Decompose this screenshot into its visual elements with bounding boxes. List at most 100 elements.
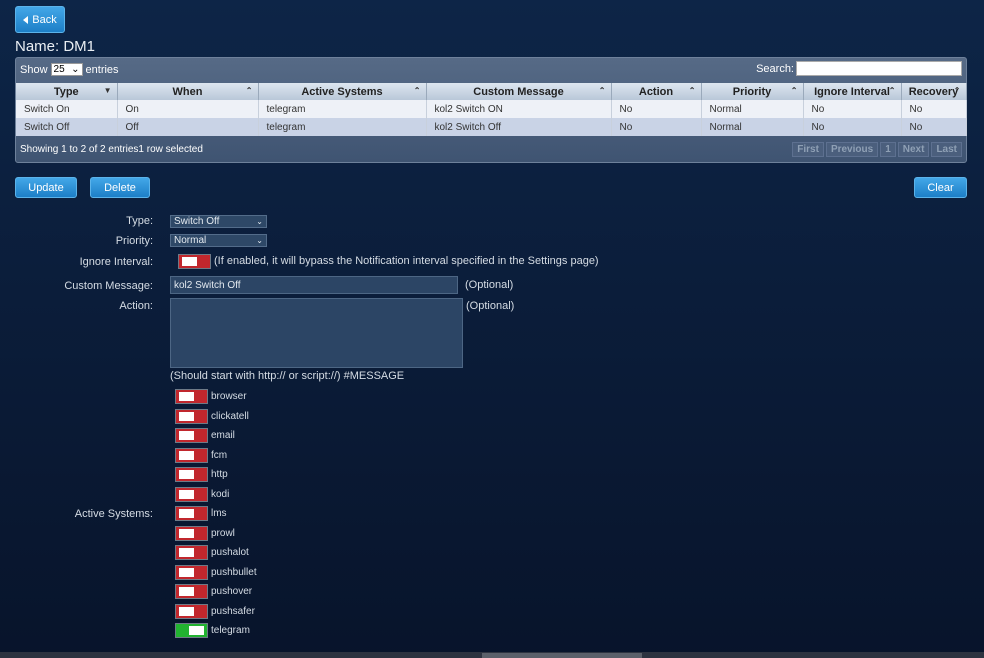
pager-first[interactable]: First: [792, 142, 824, 157]
search-input[interactable]: [796, 61, 962, 76]
sort-desc-icon: ▼: [103, 86, 112, 95]
search-wrap: Search:: [756, 61, 962, 76]
system-label-pushbullet: pushbullet: [211, 567, 257, 578]
action-textarea[interactable]: [170, 298, 463, 368]
pager-page-1[interactable]: 1: [880, 142, 896, 157]
table-info: Showing 1 to 2 of 2 entries1 row selecte…: [20, 144, 203, 155]
pagination: First Previous 1 Next Last: [792, 142, 962, 157]
system-label-telegram: telegram: [211, 625, 250, 636]
system-toggle-kodi[interactable]: [175, 487, 208, 502]
notifications-table: Type ▼ When ⌃ Active Systems ⌃ Custom Messa…: [16, 83, 967, 136]
bottom-strip: [0, 652, 984, 658]
column-header-priority[interactable]: Priority ⌃: [701, 83, 804, 100]
cell-active-systems: telegram: [258, 100, 427, 118]
system-toggle-clickatell[interactable]: [175, 409, 208, 424]
system-toggle-pushbullet[interactable]: [175, 565, 208, 580]
entries-select[interactable]: 25 ⌄: [50, 63, 83, 76]
system-label-http: http: [211, 469, 228, 480]
system-label-fcm: fcm: [211, 450, 228, 461]
table-row[interactable]: Switch On On telegram kol2 Switch ON No …: [16, 100, 967, 118]
pager-last[interactable]: Last: [931, 142, 962, 157]
back-button[interactable]: Back: [15, 6, 65, 33]
active-systems-label: Active Systems:: [74, 508, 153, 520]
system-toggle-prowl[interactable]: [175, 526, 208, 541]
sort-icon: ⌃: [888, 86, 896, 95]
system-label-prowl: prowl: [211, 528, 235, 539]
table-header: Type ▼ When ⌃ Active Systems ⌃ Custom Messa…: [16, 83, 967, 100]
update-button[interactable]: Update: [15, 177, 77, 198]
column-header-custom-message[interactable]: Custom Message ⌃: [426, 83, 612, 100]
cell-type: Switch Off: [16, 118, 118, 136]
sort-icon: ⌃: [598, 86, 606, 95]
custom-message-input[interactable]: kol2 Switch Off: [170, 276, 458, 294]
pager-previous[interactable]: Previous: [825, 142, 879, 157]
system-label-kodi: kodi: [211, 489, 230, 500]
sort-icon: ⌃: [413, 86, 421, 95]
cell-priority: Normal: [701, 118, 804, 136]
system-label-pushsafer: pushsafer: [211, 606, 255, 617]
priority-select[interactable]: Normal ⌄: [170, 234, 267, 247]
type-select[interactable]: Switch Off ⌄: [170, 215, 267, 228]
column-header-action[interactable]: Action ⌃: [611, 83, 702, 100]
sort-icon: ⌃: [790, 86, 798, 95]
clear-button[interactable]: Clear: [914, 177, 967, 198]
custom-message-note: (Optional): [465, 279, 514, 291]
cell-when: Off: [117, 118, 259, 136]
column-header-when[interactable]: When ⌃: [117, 83, 259, 100]
action-label: Action:: [119, 300, 153, 312]
system-toggle-browser[interactable]: [175, 389, 208, 404]
system-label-lms: lms: [211, 508, 227, 519]
chevron-down-icon: ⌄: [256, 217, 263, 226]
custom-message-label: Custom Message:: [64, 280, 153, 292]
system-label-browser: browser: [211, 391, 247, 402]
sort-icon: ⌃: [688, 86, 696, 95]
system-toggle-email[interactable]: [175, 428, 208, 443]
action-note: (Optional): [466, 300, 515, 312]
action-hint: (Should start with http:// or script://)…: [170, 370, 405, 382]
cell-ignore-interval: No: [803, 100, 902, 118]
notifications-table-panel: Show 25 ⌄ entries Search: Type ▼ When ⌃ Act…: [15, 57, 967, 163]
system-toggle-pushalot[interactable]: [175, 545, 208, 560]
system-toggle-fcm[interactable]: [175, 448, 208, 463]
system-label-pushalot: pushalot: [211, 547, 249, 558]
cell-active-systems: telegram: [258, 118, 427, 136]
chevron-down-icon: ⌄: [256, 236, 263, 245]
delete-button[interactable]: Delete: [90, 177, 150, 198]
cell-custom-message: kol2 Switch ON: [426, 100, 612, 118]
cell-priority: Normal: [701, 100, 804, 118]
ignore-interval-note: (If enabled, it will bypass the Notifica…: [214, 255, 599, 267]
back-arrow-icon: [23, 15, 29, 24]
column-header-type[interactable]: Type ▼: [16, 83, 118, 100]
cell-action: No: [611, 100, 702, 118]
ignore-interval-label: Ignore Interval:: [79, 256, 153, 268]
priority-label: Priority:: [115, 235, 153, 247]
cell-recovery: No: [901, 100, 967, 118]
system-toggle-pushover[interactable]: [175, 584, 208, 599]
ignore-interval-toggle[interactable]: [178, 254, 211, 269]
cell-recovery: No: [901, 118, 967, 136]
type-label: Type:: [126, 215, 153, 227]
show-label: Show: [20, 63, 48, 76]
pager-next[interactable]: Next: [897, 142, 930, 157]
system-label-email: email: [211, 430, 235, 441]
cell-when: On: [117, 100, 259, 118]
system-label-pushover: pushover: [211, 586, 253, 597]
column-header-recovery[interactable]: Recovery ⌃: [901, 83, 967, 100]
page-title: Name: DM1: [15, 38, 96, 55]
entries-length: Show 25 ⌄ entries: [20, 63, 119, 76]
system-toggle-telegram[interactable]: [175, 623, 208, 638]
column-header-ignore-interval[interactable]: Ignore Interval ⌃: [803, 83, 902, 100]
scrollbar[interactable]: [482, 653, 642, 658]
column-header-active-systems[interactable]: Active Systems ⌃: [258, 83, 427, 100]
cell-action: No: [611, 118, 702, 136]
system-label-clickatell: clickatell: [211, 411, 249, 422]
chevron-down-icon: ⌄: [71, 64, 80, 75]
sort-icon: ⌃: [953, 86, 961, 95]
table-row-selected[interactable]: Switch Off Off telegram kol2 Switch Off …: [16, 118, 967, 136]
cell-type: Switch On: [16, 100, 118, 118]
system-toggle-http[interactable]: [175, 467, 208, 482]
system-toggle-pushsafer[interactable]: [175, 604, 208, 619]
cell-custom-message: kol2 Switch Off: [426, 118, 612, 136]
system-toggle-lms[interactable]: [175, 506, 208, 521]
entries-label: entries: [85, 63, 119, 76]
